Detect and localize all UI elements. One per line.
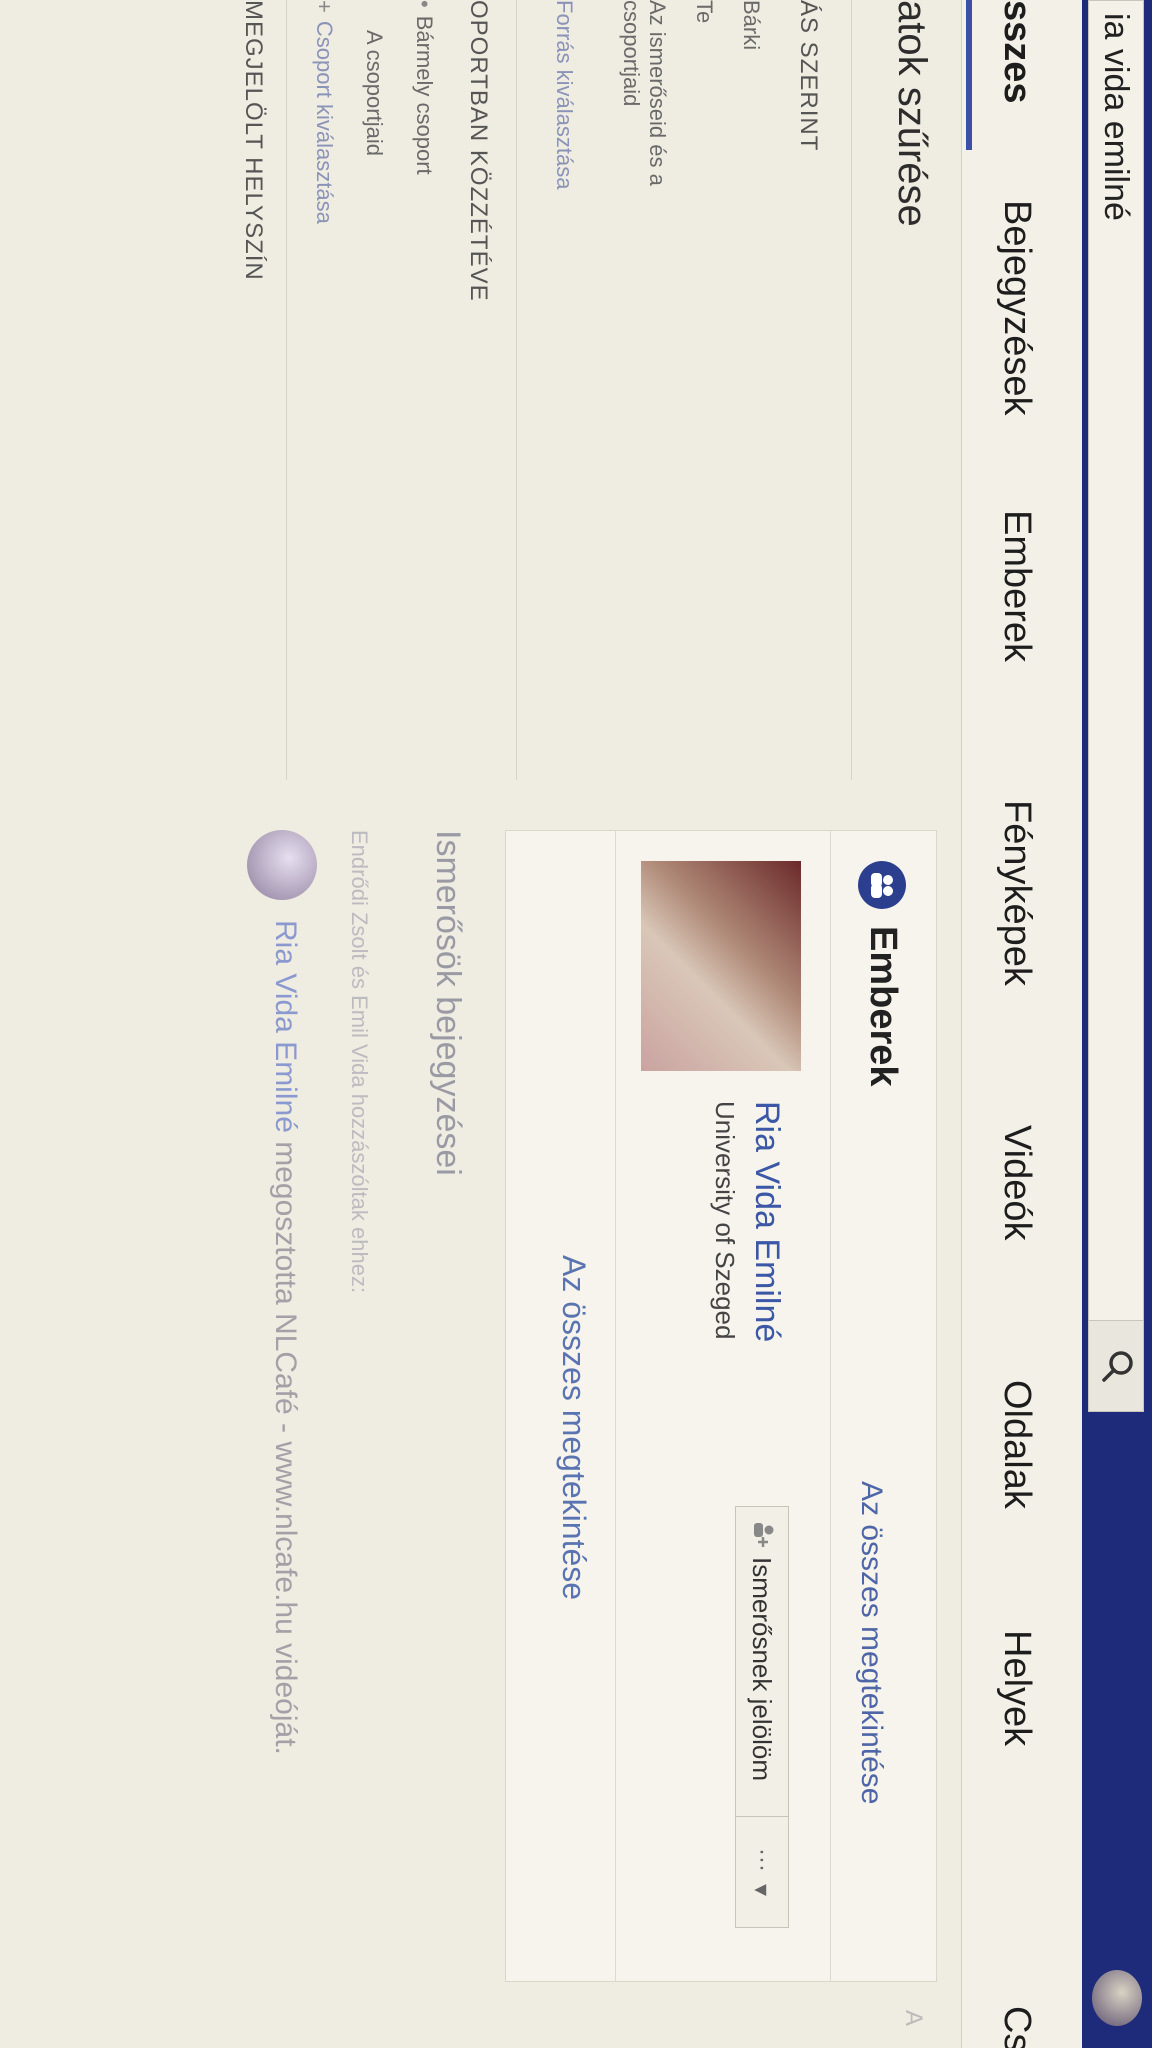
add-friend-icon [747,1521,778,1547]
post-comment-caption: Endrődi Zsolt és Emil Vida hozzászóltak … [347,830,372,1294]
filter-heading-group: OPORTBAN KÖZZÉTÉVE [465,0,492,302]
tab-groups[interactable]: Cs [995,2006,1038,2048]
filter-heading-location: MEGJELÖLT HELYSZÍN [240,0,267,281]
filter-title: atok szűrése [890,0,934,227]
divider [615,831,616,1981]
people-section-title: Emberek [862,926,904,1087]
plus-icon: + [312,0,337,13]
filter-heading-source: ÁS SZERINT [795,0,822,152]
see-all-people-link-bottom[interactable]: Az összes megtekintése [555,1255,592,1600]
tab-videos[interactable]: Videók [995,1125,1038,1241]
divider [286,0,287,780]
choose-group-label: Csoport kiválasztása [312,20,337,224]
filter-option-anyone[interactable]: Bárki [738,0,764,50]
post-text: megosztotta NLCafé - www.nlcafe.hu videó… [269,1132,302,1755]
search-query: ia vida emilné [1097,13,1135,221]
person-name-link[interactable]: Ria Vida Emilné [747,1101,786,1342]
choose-source-link[interactable]: Forrás kiválasztása [551,0,577,190]
profile-avatar[interactable] [1092,1970,1142,2026]
chevron-down-icon: ▾ [748,1883,776,1897]
filter-option-any-group[interactable]: • Bármely csoport [411,0,437,175]
search-tabs: sszes Bejegyzések Emberek Fényképek Vide… [961,0,1082,2048]
add-friend-button[interactable]: Ismerősnek jelölöm [735,1506,789,1818]
filter-option-your-groups[interactable]: A csoportjaid [361,30,387,156]
tab-places[interactable]: Helyek [995,1630,1038,1746]
active-tab-indicator [966,0,972,150]
people-icon [858,861,906,909]
see-all-people-link-top[interactable]: Az összes megtekintése [854,1481,888,1804]
divider [516,0,517,780]
selected-bullet-icon: • [412,0,437,8]
screen: ia vida emilné sszes Bejegyzések Emberek… [0,0,1152,2048]
post-author-link[interactable]: Ria Vida Emilné [269,920,302,1133]
tab-all[interactable]: sszes [995,0,1038,104]
post-summary: Ria Vida Emilné megosztotta NLCafé - www… [268,920,302,1755]
search-button[interactable] [1088,1320,1144,1412]
friend-posts-title: Ismerősök bejegyzései [429,830,467,1176]
tab-posts[interactable]: Bejegyzések [995,200,1038,415]
tab-photos[interactable]: Fényképek [995,800,1038,986]
post-author-avatar[interactable] [247,830,317,900]
more-options-button[interactable]: ··· ▾ [735,1816,789,1928]
person-profile-photo[interactable] [641,861,801,1071]
add-friend-label: Ismerősnek jelölöm [747,1557,778,1781]
filter-option-you[interactable]: Te [691,0,717,23]
tab-pages[interactable]: Oldalak [995,1380,1038,1509]
choose-group-link[interactable]: + Csoport kiválasztása [311,0,337,224]
divider [830,831,831,1981]
search-input[interactable]: ia vida emilné [1088,0,1144,1322]
search-icon [1097,1349,1136,1383]
more-label: ··· [749,1847,776,1872]
top-navigation-bar: ia vida emilné [1082,0,1152,2048]
person-school: University of Szeged [710,1101,740,1340]
tab-people[interactable]: Emberek [995,510,1038,662]
filter-option-friends-groups[interactable]: Az ismerőseid és a csoportjaid [618,0,670,260]
divider [851,0,852,780]
filter-option-label: Bármely csoport [412,15,437,175]
right-column-fragment: A [900,2010,927,2027]
